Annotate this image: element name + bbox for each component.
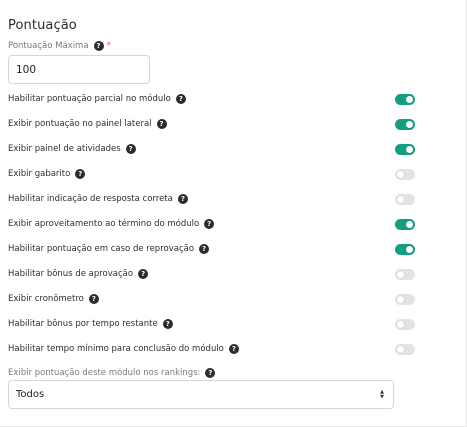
setting-toggle[interactable] [395, 93, 415, 105]
toggle-knob [406, 245, 413, 253]
max-score-input[interactable] [8, 55, 150, 84]
setting-row: Habilitar indicação de resposta correta? [8, 192, 415, 206]
setting-row: Habilitar bônus por tempo restante? [8, 317, 415, 331]
setting-label: Exibir gabarito [8, 169, 71, 179]
toggle-knob [397, 320, 404, 328]
setting-label-wrap: Exibir gabarito? [8, 169, 86, 179]
setting-toggle[interactable] [395, 343, 415, 355]
updown-arrows-icon: ▲ ▼ [380, 388, 384, 400]
toggle-knob [406, 220, 413, 228]
setting-label: Exibir aproveitamento ao término do módu… [8, 219, 200, 229]
help-icon[interactable]: ? [75, 169, 86, 179]
setting-row: Exibir painel de atividades? [8, 142, 415, 156]
toggle-knob [397, 345, 404, 353]
setting-label: Habilitar pontuação parcial no módulo [8, 94, 171, 104]
help-icon[interactable]: ? [228, 344, 239, 354]
setting-label: Habilitar bônus de aprovação [8, 269, 134, 279]
setting-row: Exibir gabarito? [8, 167, 415, 181]
setting-toggle[interactable] [395, 268, 415, 280]
toggle-knob [406, 95, 413, 103]
setting-label: Exibir cronômetro [8, 294, 84, 304]
setting-label-wrap: Exibir painel de atividades? [8, 144, 136, 154]
toggle-knob [406, 120, 413, 128]
toggle-knob [406, 145, 413, 153]
setting-label: Exibir pontuação no painel lateral [8, 119, 152, 129]
setting-toggle[interactable] [395, 293, 415, 305]
setting-label: Habilitar bônus por tempo restante [8, 319, 158, 329]
setting-label: Exibir painel de atividades [8, 144, 121, 154]
setting-toggle[interactable] [395, 118, 415, 130]
setting-label: Habilitar tempo mínimo para conclusão do… [8, 344, 224, 354]
required-mark: * [106, 41, 112, 51]
setting-label-wrap: Habilitar indicação de resposta correta? [8, 194, 188, 204]
setting-toggle[interactable] [395, 218, 415, 230]
help-icon[interactable]: ? [162, 319, 173, 329]
setting-label-wrap: Habilitar bônus por tempo restante? [8, 319, 173, 329]
max-score-label: Pontuação Máxima [8, 41, 89, 51]
setting-label: Habilitar indicação de resposta correta [8, 194, 173, 204]
toggle-knob [397, 195, 404, 203]
help-icon[interactable]: ? [138, 269, 149, 279]
setting-label-wrap: Habilitar pontuação parcial no módulo? [8, 94, 186, 104]
setting-row: Exibir pontuação no painel lateral? [8, 117, 415, 131]
setting-row: Habilitar tempo mínimo para conclusão do… [8, 342, 415, 356]
toggle-knob [397, 295, 404, 303]
setting-row: Habilitar pontuação em caso de reprovaçã… [8, 242, 415, 256]
help-icon[interactable]: ? [125, 144, 136, 154]
toggle-knob [397, 170, 404, 178]
help-icon[interactable]: ? [88, 294, 99, 304]
setting-row: Habilitar pontuação parcial no módulo? [8, 92, 415, 106]
setting-label-wrap: Exibir pontuação no painel lateral? [8, 119, 167, 129]
setting-row: Exibir aproveitamento ao término do módu… [8, 217, 415, 231]
setting-row: Exibir cronômetro? [8, 292, 415, 306]
help-icon[interactable]: ? [93, 41, 104, 51]
setting-toggle[interactable] [395, 318, 415, 330]
setting-label: Habilitar pontuação em caso de reprovaçã… [8, 244, 195, 254]
ranking-label: Exibir pontuação deste módulo nos rankin… [8, 368, 201, 378]
setting-toggle[interactable] [395, 168, 415, 180]
help-icon[interactable]: ? [177, 194, 188, 204]
setting-label-wrap: Habilitar bônus de aprovação? [8, 269, 149, 279]
max-score-label-row: Pontuação Máxima ? * [8, 41, 111, 51]
setting-toggle[interactable] [395, 143, 415, 155]
ranking-select-value: Todos [16, 389, 45, 400]
help-icon[interactable]: ? [204, 219, 215, 229]
setting-row: Habilitar bônus de aprovação? [8, 267, 415, 281]
help-icon[interactable]: ? [175, 94, 186, 104]
setting-label-wrap: Habilitar tempo mínimo para conclusão do… [8, 344, 239, 354]
help-icon[interactable]: ? [156, 119, 167, 129]
setting-label-wrap: Habilitar pontuação em caso de reprovaçã… [8, 244, 210, 254]
setting-toggle[interactable] [395, 243, 415, 255]
section-title: Pontuação [8, 18, 77, 33]
help-icon[interactable]: ? [205, 368, 216, 378]
ranking-label-row: Exibir pontuação deste módulo nos rankin… [8, 368, 216, 378]
setting-label-wrap: Exibir cronômetro? [8, 294, 99, 304]
toggle-knob [397, 270, 404, 278]
ranking-select[interactable]: Todos ▲ ▼ [8, 380, 394, 409]
setting-toggle[interactable] [395, 193, 415, 205]
help-icon[interactable]: ? [199, 244, 210, 254]
setting-label-wrap: Exibir aproveitamento ao término do módu… [8, 219, 215, 229]
